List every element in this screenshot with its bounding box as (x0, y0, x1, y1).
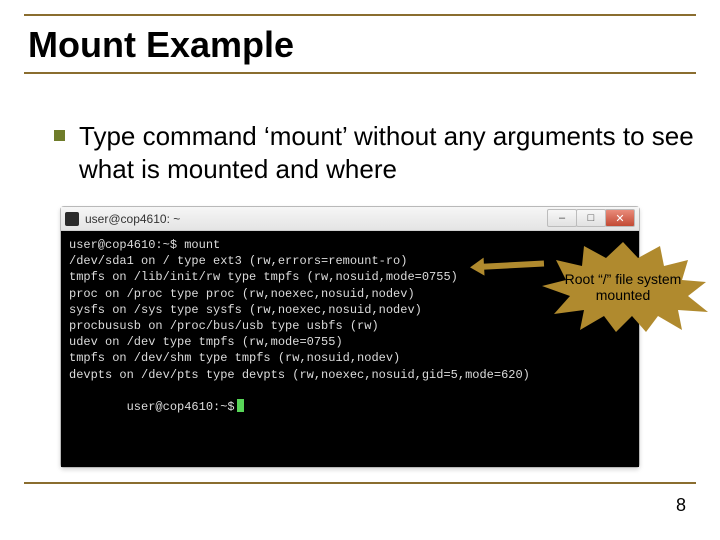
terminal-prompt-line: user@cop4610:~$ (69, 383, 631, 432)
page-number: 8 (676, 495, 686, 516)
close-icon: ✕ (615, 212, 624, 225)
callout-line-2: mounted (596, 287, 650, 303)
bullet-text: Type command ‘mount’ without any argumen… (79, 120, 696, 185)
terminal-app-icon (65, 212, 79, 226)
callout-text: Root “/” file system mounted (547, 271, 700, 303)
arrow-shaft (480, 261, 544, 270)
callout-line-1: Root “/” file system (565, 271, 682, 287)
terminal-line: tmpfs on /dev/shm type tmpfs (rw,nosuid,… (69, 350, 631, 366)
window-titlebar[interactable]: user@cop4610: ~ – □ ✕ (61, 207, 639, 231)
terminal-line: udev on /dev type tmpfs (rw,mode=0755) (69, 334, 631, 350)
terminal-prompt: user@cop4610:~$ (127, 400, 235, 414)
cursor-icon (237, 399, 244, 412)
footer-rule (24, 482, 696, 484)
maximize-button[interactable]: □ (576, 209, 606, 227)
body-area: Type command ‘mount’ without any argumen… (54, 120, 696, 185)
callout-starburst: Root “/” file system mounted (538, 242, 708, 332)
window-controls: – □ ✕ (547, 209, 635, 227)
minimize-icon: – (559, 212, 565, 224)
title-rule-bottom (24, 72, 696, 74)
maximize-icon: □ (588, 212, 595, 224)
minimize-button[interactable]: – (547, 209, 577, 227)
window-title: user@cop4610: ~ (85, 212, 180, 226)
slide: Mount Example Type command ‘mount’ witho… (0, 0, 720, 540)
arrow-head (470, 258, 485, 277)
title-rule-top (24, 14, 696, 16)
slide-title: Mount Example (28, 24, 294, 66)
close-button[interactable]: ✕ (605, 209, 635, 227)
bullet-item: Type command ‘mount’ without any argumen… (54, 120, 696, 185)
bullet-icon (54, 130, 65, 141)
terminal-line: devpts on /dev/pts type devpts (rw,noexe… (69, 367, 631, 383)
